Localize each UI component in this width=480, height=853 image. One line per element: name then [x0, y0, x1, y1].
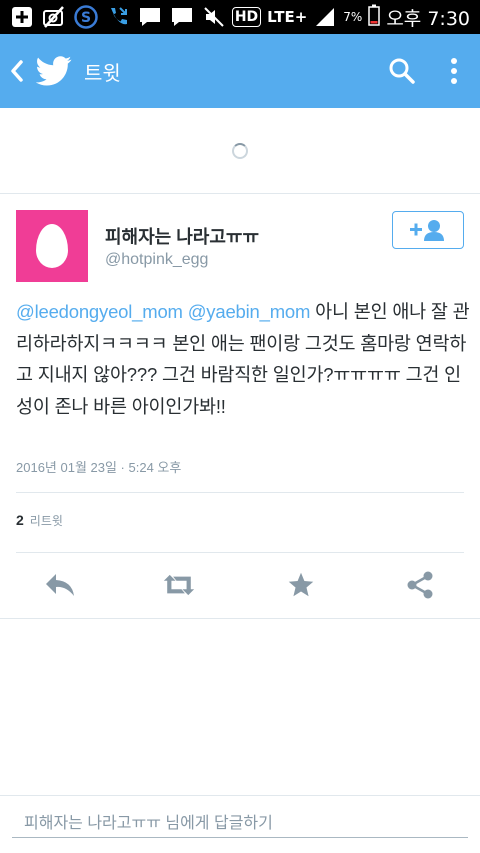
loading-spinner-icon	[232, 142, 248, 159]
missed-call-icon	[106, 5, 130, 29]
avatar[interactable]	[16, 210, 88, 282]
app-bar: 트윗	[0, 34, 480, 108]
tweet-timestamp: 2016년 01월 23일 · 5:24 오후	[16, 460, 182, 475]
battery-icon	[368, 4, 381, 31]
retweet-icon[interactable]	[163, 569, 195, 601]
user-name[interactable]: 피해자는 나라고ㅠㅠ	[105, 223, 259, 249]
overflow-menu-icon[interactable]	[428, 34, 480, 108]
follow-button[interactable]	[392, 211, 464, 249]
reply-bar	[0, 795, 480, 853]
egg-avatar-icon	[36, 224, 68, 268]
plus-box-icon	[10, 5, 34, 29]
reply-input[interactable]	[12, 810, 468, 838]
divider	[16, 492, 464, 493]
message-icon	[170, 5, 194, 29]
retweet-count: 2	[16, 512, 24, 528]
status-bar: S HD LTE+ 7% 오후 7:30	[0, 0, 480, 34]
hd-indicator: HD	[231, 7, 262, 27]
retweet-stats[interactable]: 2 리트윗	[16, 512, 63, 529]
signal-icon	[313, 5, 337, 29]
mention-link[interactable]: @leedongyeol_mom	[16, 301, 183, 322]
share-icon[interactable]	[404, 569, 436, 601]
tweet-actions	[0, 553, 480, 617]
mute-icon	[202, 5, 226, 29]
tweet-text: @leedongyeol_mom @yaebin_mom 아니 본인 애나 잘 …	[16, 296, 470, 422]
message-icon	[138, 5, 162, 29]
star-icon[interactable]	[285, 569, 317, 601]
twitter-bird-icon	[36, 52, 74, 90]
tweet-detail: 피해자는 나라고ㅠㅠ @hotpink_egg @leedongyeol_mom…	[0, 195, 480, 619]
back-arrow-icon[interactable]	[2, 34, 32, 108]
svg-text:S: S	[81, 10, 91, 26]
tweet-header: 피해자는 나라고ㅠㅠ @hotpink_egg	[0, 195, 480, 287]
user-handle[interactable]: @hotpink_egg	[105, 251, 208, 269]
search-icon[interactable]	[376, 34, 428, 108]
clock: 오후 7:30	[386, 7, 470, 30]
reply-icon[interactable]	[44, 569, 76, 601]
loading-area	[0, 108, 480, 194]
retweet-label: 리트윗	[29, 514, 63, 528]
network-indicator: LTE+	[267, 8, 308, 26]
page-title: 트윗	[84, 60, 121, 85]
mention-link[interactable]: @yaebin_mom	[188, 301, 311, 322]
divider	[0, 618, 480, 619]
s-app-icon: S	[74, 5, 98, 29]
battery-percent: 7%	[343, 10, 363, 24]
no-camera-icon	[42, 5, 66, 29]
add-user-icon	[410, 220, 444, 241]
